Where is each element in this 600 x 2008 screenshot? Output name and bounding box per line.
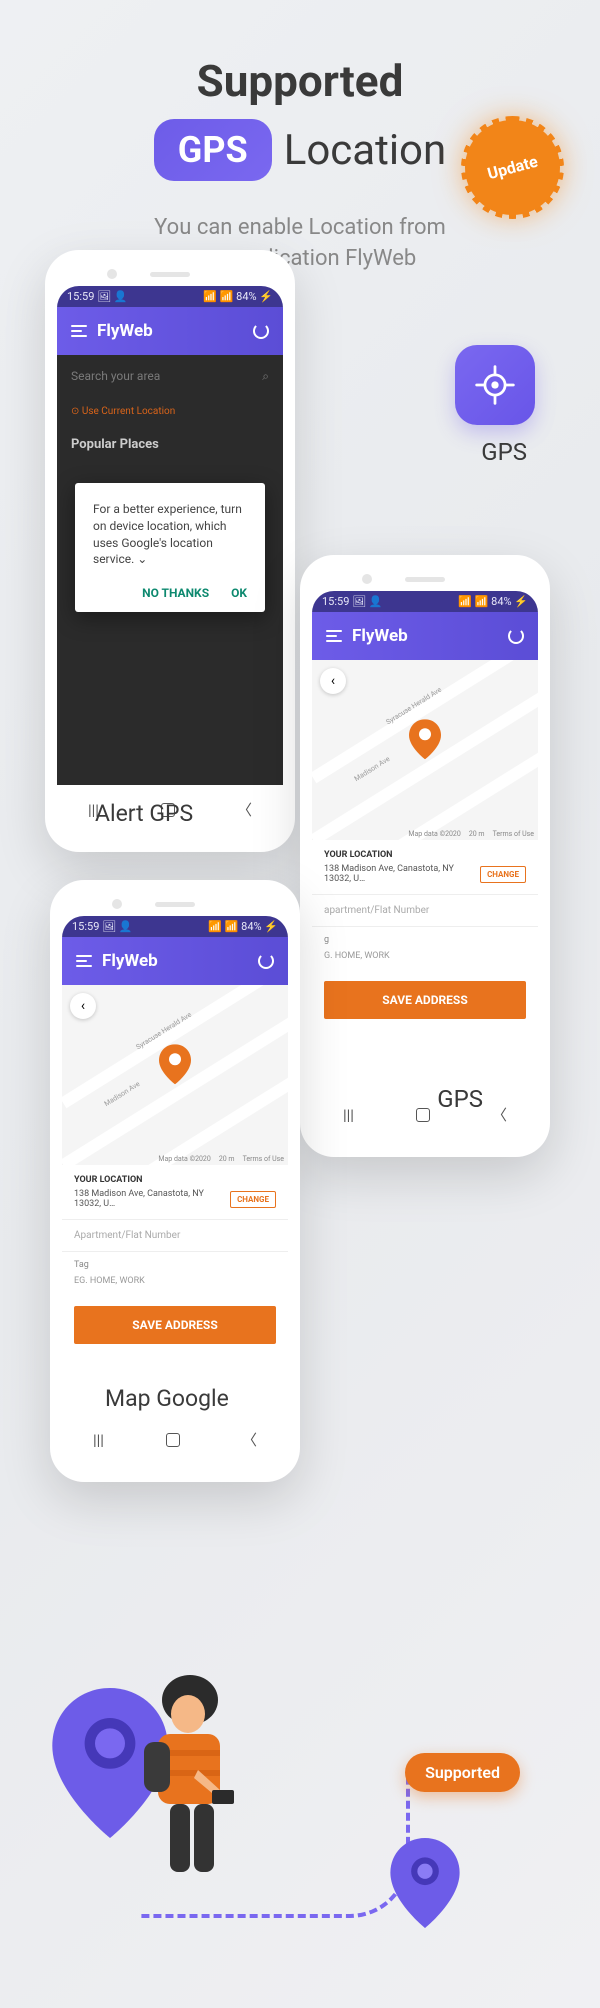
small-map-pin-icon	[390, 1838, 460, 1928]
update-badge: Update	[465, 120, 560, 215]
home-icon[interactable]	[166, 1433, 180, 1447]
address-text: 138 Madison Ave, Canastota, NY 13032, U…	[324, 864, 480, 884]
map-attribution: Map data ©202020 mTerms of Use	[158, 1155, 284, 1163]
app-bar: FlyWeb	[57, 307, 283, 355]
status-bar: 15:59 🖼 👤📶 📶 84% ⚡	[57, 286, 283, 307]
refresh-icon[interactable]	[508, 628, 524, 644]
gps-icon-label: GPS	[481, 438, 527, 466]
back-icon[interactable]: 〈	[242, 1429, 257, 1450]
map-view[interactable]: Syracuse Herald Ave Madison Ave ‹ Map da…	[312, 660, 538, 840]
refresh-icon[interactable]	[258, 953, 274, 969]
phone-gps-map: 15:59 🖼 👤📶 📶 84% ⚡ FlyWeb Syracuse Heral…	[300, 555, 550, 1157]
map-view[interactable]: Syracuse Herald Ave Madison Ave ‹ Map da…	[62, 985, 288, 1165]
save-address-button[interactable]: SAVE ADDRESS	[324, 981, 526, 1019]
phone2-label: GPS	[437, 1085, 483, 1113]
change-button[interactable]: CHANGE	[480, 866, 526, 883]
save-address-button[interactable]: SAVE ADDRESS	[74, 1306, 276, 1344]
recent-apps-icon[interactable]: |||	[343, 1106, 354, 1124]
footer-illustration: Supported	[50, 1648, 550, 1958]
address-text: 138 Madison Ave, Canastota, NY 13032, U…	[74, 1189, 230, 1209]
map-pin-icon	[159, 1044, 191, 1088]
phone3-label: Map Google	[105, 1385, 229, 1412]
phone1-label: Alert GPS	[95, 800, 193, 827]
apartment-input[interactable]: Apartment/Flat Number	[62, 1220, 288, 1252]
ok-button[interactable]: OK	[231, 586, 247, 600]
recent-apps-icon[interactable]: |||	[93, 1431, 104, 1449]
menu-icon[interactable]	[71, 325, 87, 337]
traveler-illustration	[120, 1670, 260, 1900]
status-bar: 15:59 🖼 👤📶 📶 84% ⚡	[62, 916, 288, 937]
gps-badge: GPS	[154, 119, 272, 181]
supported-button[interactable]: Supported	[405, 1753, 520, 1792]
phone-alert-gps: 15:59 🖼 👤📶 📶 84% ⚡ FlyWeb Search your ar…	[45, 250, 295, 852]
title-line1: Supported	[0, 55, 600, 107]
tag-label: Tag	[74, 1260, 276, 1270]
search-input[interactable]: Search your area⌕	[57, 355, 283, 398]
no-thanks-button[interactable]: NO THANKS	[142, 586, 209, 600]
apartment-input[interactable]: apartment/Flat Number	[312, 895, 538, 927]
popular-places-heading: Popular Places	[57, 425, 283, 458]
change-button[interactable]: CHANGE	[230, 1191, 276, 1208]
android-nav-bar: ||| 〈	[62, 1415, 288, 1464]
title-location-text: Location	[284, 126, 447, 175]
crosshair-icon	[473, 363, 517, 407]
menu-icon[interactable]	[326, 630, 342, 642]
menu-icon[interactable]	[76, 955, 92, 967]
tag-hint: EG. HOME, WORK	[74, 1276, 276, 1286]
app-bar: FlyWeb	[62, 937, 288, 985]
map-back-button[interactable]: ‹	[70, 993, 96, 1019]
home-icon[interactable]	[416, 1108, 430, 1122]
back-icon[interactable]: 〈	[237, 799, 252, 820]
map-back-button[interactable]: ‹	[320, 668, 346, 694]
search-icon: ⌕	[262, 369, 269, 384]
your-location-label: YOUR LOCATION	[74, 1175, 276, 1185]
tag-hint: G. HOME, WORK	[324, 951, 526, 961]
android-nav-bar: ||| 〈	[312, 1090, 538, 1139]
app-bar: FlyWeb	[312, 612, 538, 660]
your-location-label: YOUR LOCATION	[324, 850, 526, 860]
map-attribution: Map data ©202020 mTerms of Use	[408, 830, 534, 838]
map-pin-icon	[409, 719, 441, 763]
gps-app-icon	[455, 345, 535, 425]
location-alert-dialog: For a better experience, turn on device …	[75, 483, 265, 612]
status-bar: 15:59 🖼 👤📶 📶 84% ⚡	[312, 591, 538, 612]
use-current-location-link[interactable]: ⊙ Use Current Location	[57, 398, 283, 425]
tag-label: g	[324, 935, 526, 945]
alert-message: For a better experience, turn on device …	[93, 501, 247, 568]
back-icon[interactable]: 〈	[492, 1104, 507, 1125]
refresh-icon[interactable]	[253, 323, 269, 339]
